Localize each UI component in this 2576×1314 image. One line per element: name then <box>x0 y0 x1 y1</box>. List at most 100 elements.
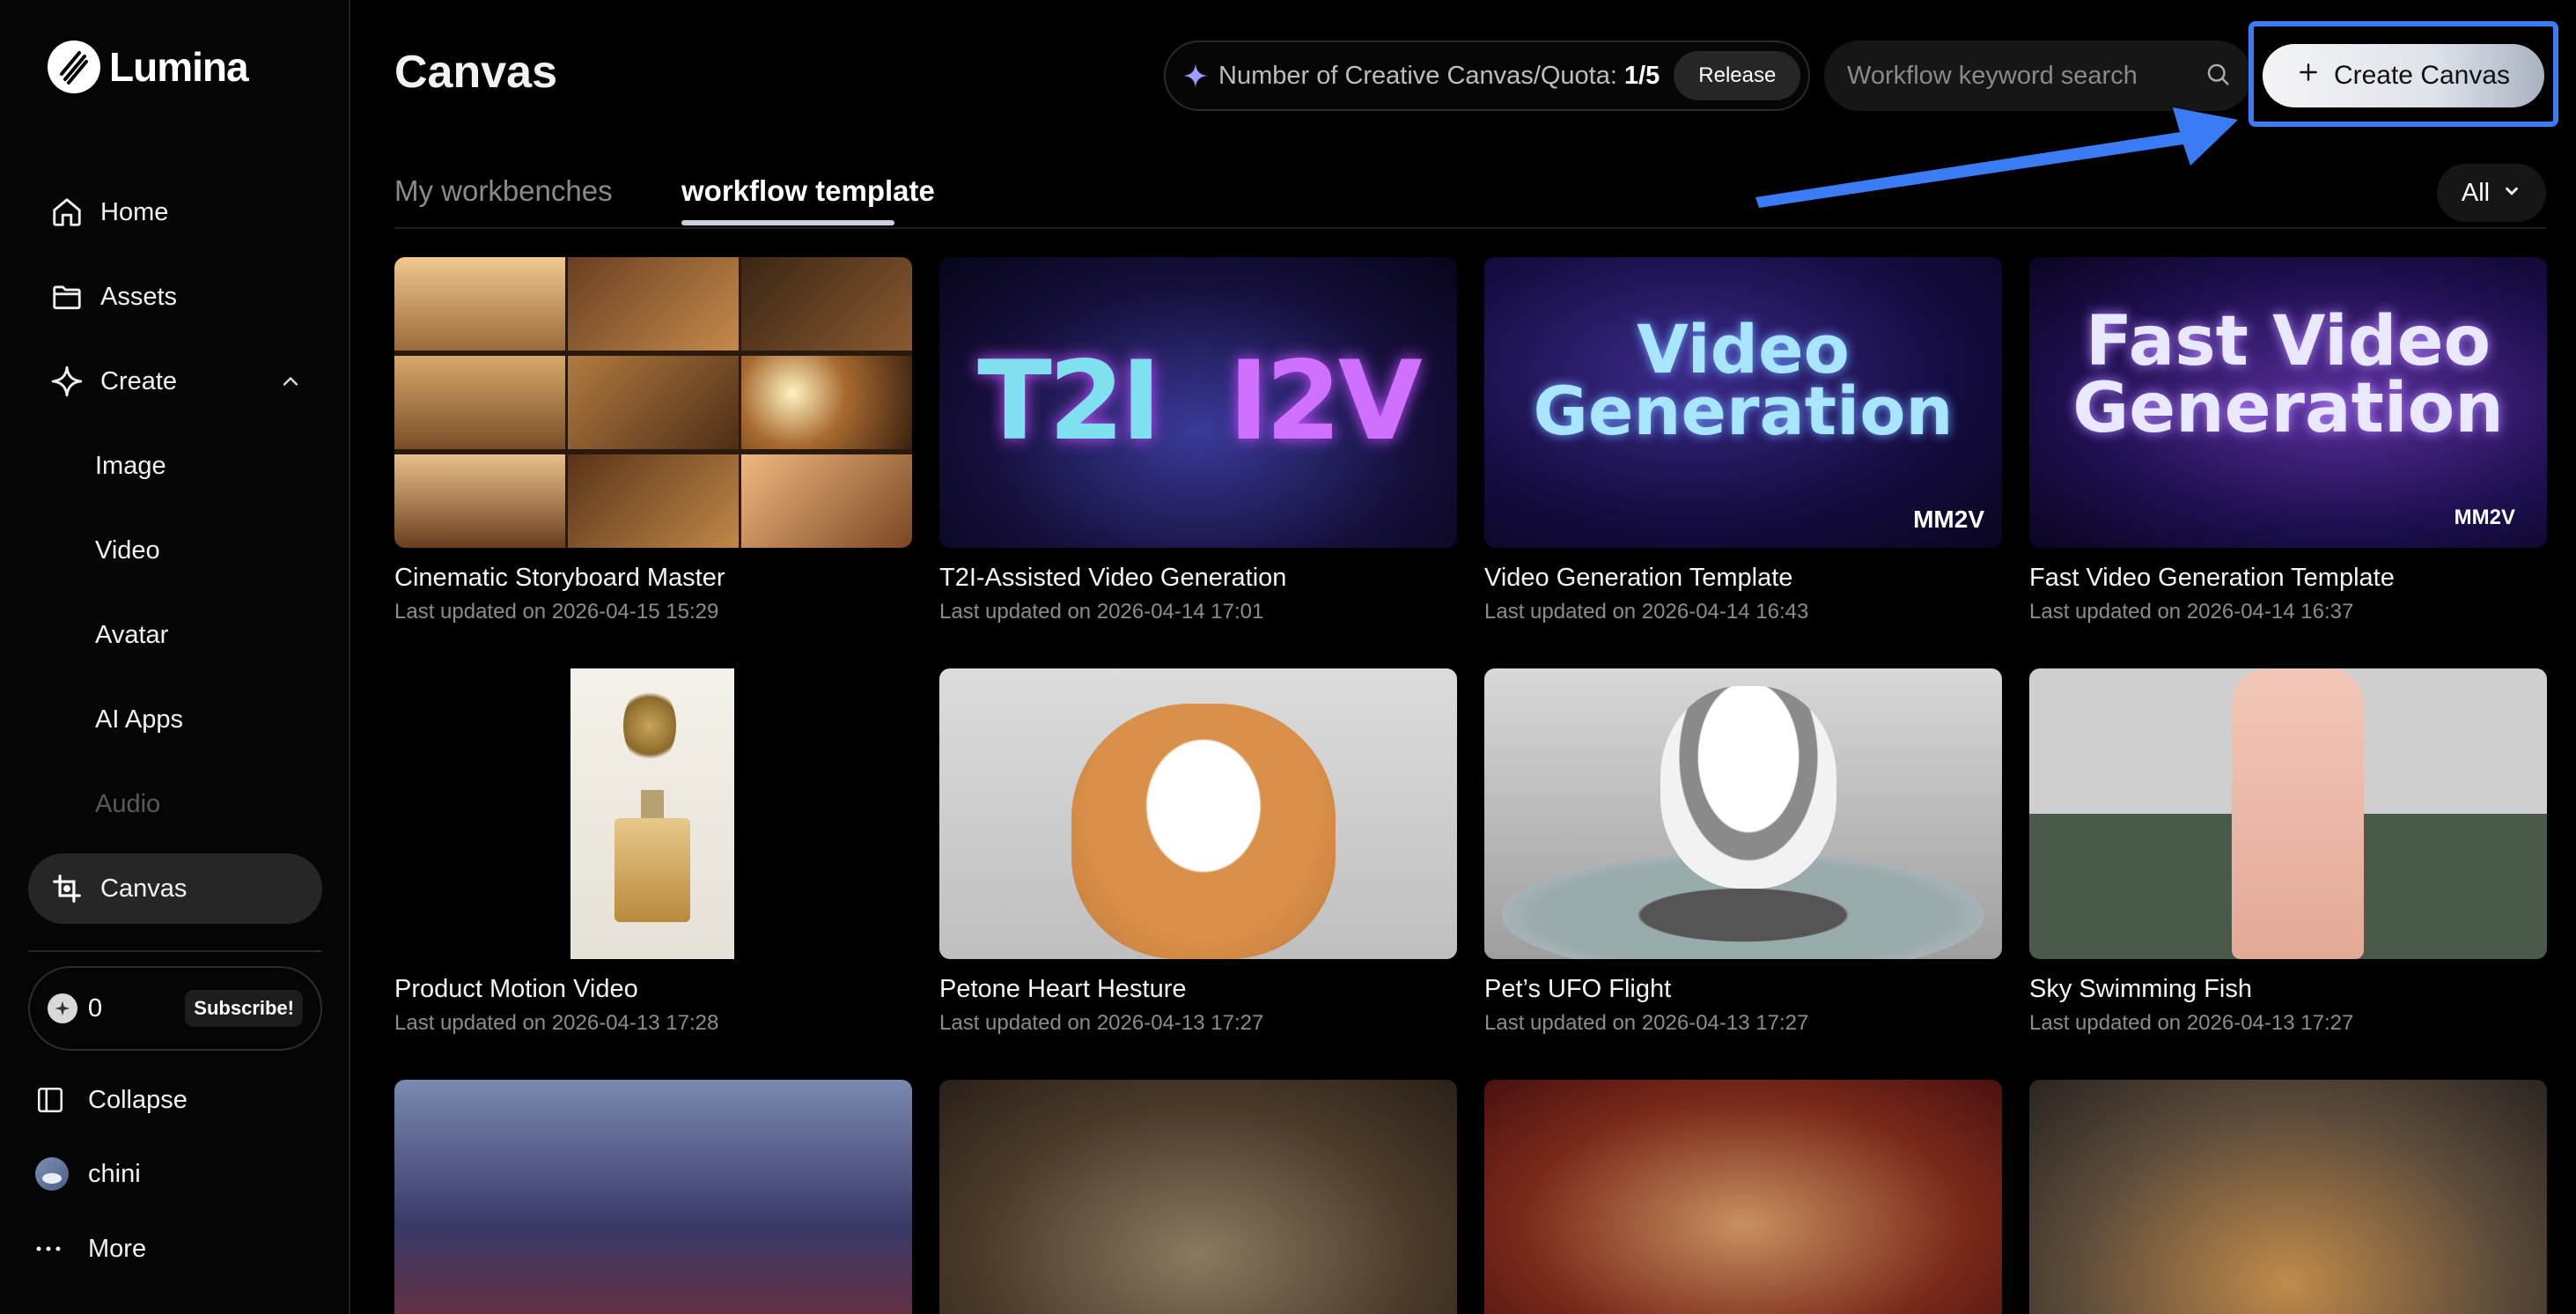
thumb-text: Generation <box>1533 372 1954 450</box>
sparkle-icon <box>1178 63 1213 89</box>
template-title: Fast Video Generation Template <box>2029 564 2395 592</box>
sidebar-item-assets[interactable]: Assets <box>28 262 322 332</box>
template-title: Cinematic Storyboard Master <box>394 564 725 592</box>
template-title: T2I-Assisted Video Generation <box>939 564 1287 592</box>
canvas-icon <box>28 853 99 924</box>
template-updated-date: Last updated on 2026-04-14 16:43 <box>1484 600 1809 624</box>
template-thumbnail: Fast Video Generation MM2V <box>2029 257 2547 548</box>
thumb-text: Generation <box>2072 369 2504 448</box>
chevron-up-icon[interactable] <box>278 369 303 401</box>
template-card[interactable]: Video Generation MM2V Video Generation T… <box>1484 257 2002 624</box>
active-tab-indicator <box>681 220 894 225</box>
sidebar-item-create[interactable]: Create <box>28 346 322 417</box>
subscribe-button[interactable]: Subscribe! <box>185 990 303 1027</box>
search-input[interactable] <box>1847 61 2182 91</box>
brand-logo[interactable]: Lumina <box>48 41 249 93</box>
user-profile[interactable]: chini <box>35 1148 141 1200</box>
template-thumbnail: Video Generation MM2V <box>1484 257 2002 548</box>
sidebar-item-avatar[interactable]: Avatar <box>28 600 322 670</box>
brand-name: Lumina <box>109 44 249 90</box>
more-button[interactable]: More <box>35 1222 146 1275</box>
template-card[interactable]: Fast Video Generation MM2V Fast Video Ge… <box>2029 257 2547 624</box>
template-title: Pet’s UFO Flight <box>1484 975 1672 1003</box>
template-title: Product Motion Video <box>394 975 638 1003</box>
template-thumbnail <box>1484 1080 2002 1314</box>
sidebar-item-canvas[interactable]: Canvas <box>28 853 322 924</box>
more-dots-icon <box>35 1244 88 1253</box>
sidebar-divider <box>28 950 322 952</box>
template-card[interactable]: Sky Swimming Fish Last updated on 2026-0… <box>2029 668 2547 1036</box>
template-thumbnail <box>1484 668 2002 959</box>
thumb-text: I2V <box>1228 338 1422 465</box>
sidebar-item-home[interactable]: Home <box>28 177 322 247</box>
tab-bar: My workbenches workflow template <box>394 159 2546 229</box>
thumb-text: Fast Video <box>2085 302 2491 381</box>
sidebar-item-label: Avatar <box>95 620 169 649</box>
user-name: chini <box>88 1159 141 1188</box>
template-updated-date: Last updated on 2026-04-13 17:27 <box>1484 1011 1809 1035</box>
sidebar-item-image[interactable]: Image <box>28 431 322 501</box>
template-updated-date: Last updated on 2026-04-13 17:28 <box>394 1011 719 1035</box>
template-card[interactable] <box>2029 1080 2547 1314</box>
sidebar-item-label: Canvas <box>100 874 188 903</box>
sidebar-item-label: AI Apps <box>95 705 183 734</box>
sidebar-collapse-icon <box>35 1085 88 1115</box>
category-filter-select[interactable]: All <box>2437 164 2546 222</box>
page-title: Canvas <box>394 47 557 98</box>
home-icon <box>28 177 99 247</box>
sidebar-item-label: Home <box>100 197 169 226</box>
template-title: Petone Heart Hesture <box>939 975 1187 1003</box>
template-card[interactable]: Petone Heart Hesture Last updated on 202… <box>939 668 1457 1036</box>
template-updated-date: Last updated on 2026-04-13 17:27 <box>2029 1011 2354 1035</box>
template-card[interactable]: Cinematic Storyboard Master Last updated… <box>394 257 912 624</box>
template-thumbnail <box>939 1080 1457 1314</box>
credits-panel: 0 Subscribe! <box>28 966 322 1051</box>
mm2v-badge: MM2V <box>1913 506 1984 533</box>
template-card[interactable] <box>939 1080 1457 1314</box>
tab-my-workbenches[interactable]: My workbenches <box>394 174 613 208</box>
sidebar-item-audio: Audio <box>28 769 322 839</box>
sidebar-item-label: Assets <box>100 282 178 311</box>
template-card[interactable]: T2I I2V T2I-Assisted Video Generation Las… <box>939 257 1457 624</box>
more-label: More <box>88 1234 147 1263</box>
avatar-wrap <box>35 1157 88 1191</box>
sidebar-item-label: Image <box>95 451 166 480</box>
quota-value: 1/5 <box>1623 61 1660 90</box>
template-card[interactable] <box>394 1080 912 1314</box>
folder-icon <box>28 262 99 332</box>
lumina-logo-icon <box>48 41 100 93</box>
template-thumbnail <box>394 257 912 548</box>
avatar <box>35 1157 69 1191</box>
sidebar-item-label: Audio <box>95 789 161 818</box>
cat-image <box>1660 686 1836 889</box>
collapse-label: Collapse <box>88 1085 188 1114</box>
credit-coin-icon <box>48 993 77 1023</box>
sidebar-item-video[interactable]: Video <box>28 515 322 586</box>
template-thumbnail <box>2029 1080 2547 1314</box>
template-updated-date: Last updated on 2026-04-13 17:27 <box>939 1011 1264 1035</box>
sidebar-item-label: Create <box>100 366 178 395</box>
template-thumbnail <box>2029 668 2547 959</box>
filter-value: All <box>2461 178 2491 207</box>
sidebar-item-ai-apps[interactable]: AI Apps <box>28 684 322 755</box>
hanfu-figure-image <box>2232 668 2364 959</box>
template-thumbnail: T2I I2V <box>939 257 1457 548</box>
chevron-down-icon <box>2502 179 2521 208</box>
template-title: Video Generation Template <box>1484 564 1793 592</box>
collapse-button[interactable]: Collapse <box>35 1074 188 1126</box>
template-card[interactable]: Pet’s UFO Flight Last updated on 2026-04… <box>1484 668 2002 1036</box>
sidebar: Lumina Home Assets Create Image Video Av… <box>0 0 350 1314</box>
thumb-caption: T2I I2V <box>939 338 1457 465</box>
template-updated-date: Last updated on 2026-04-15 15:29 <box>394 600 719 624</box>
mm2v-badge: MM2V <box>2454 506 2515 529</box>
thumb-text: T2I <box>977 338 1161 465</box>
template-updated-date: Last updated on 2026-04-14 16:37 <box>2029 600 2354 624</box>
sparkle-icon <box>28 346 99 417</box>
credit-count: 0 <box>88 993 103 1022</box>
release-button[interactable]: Release <box>1674 51 1801 100</box>
template-card[interactable]: Product Motion Video Last updated on 202… <box>394 668 912 1036</box>
template-card[interactable] <box>1484 1080 2002 1314</box>
tab-workflow-template[interactable]: workflow template <box>681 174 935 208</box>
search-icon[interactable] <box>2204 61 2231 92</box>
workflow-search <box>1824 41 2252 111</box>
